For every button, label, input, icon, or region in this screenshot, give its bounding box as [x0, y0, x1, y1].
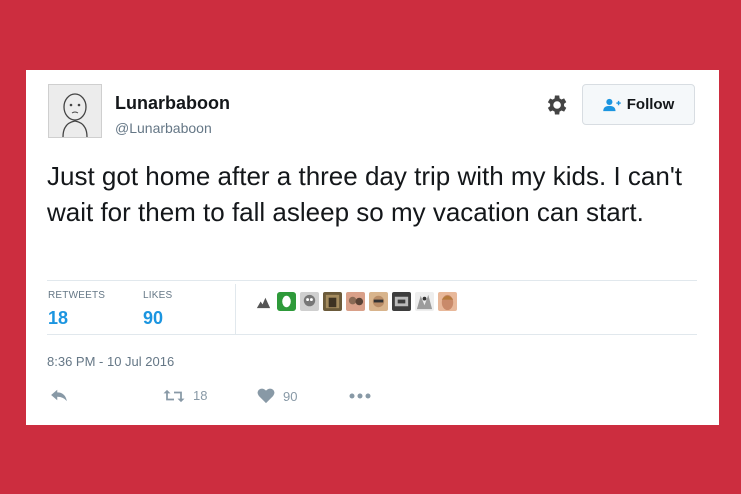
reply-button[interactable] — [50, 388, 68, 402]
divider-bottom — [47, 334, 697, 335]
gear-icon[interactable] — [543, 92, 569, 118]
follow-label: Follow — [626, 96, 675, 113]
heart-icon — [257, 388, 275, 404]
tweet-text: Just got home after a three day trip wit… — [47, 161, 683, 227]
add-user-icon — [603, 98, 621, 111]
like-action-count: 90 — [283, 388, 298, 404]
liker-avatar[interactable] — [323, 292, 342, 311]
liker-avatar[interactable] — [392, 292, 411, 311]
avatar-drawing — [49, 85, 101, 138]
retweets-label: RETWEETS — [48, 290, 106, 301]
divider-top — [47, 280, 697, 281]
liker-avatar[interactable] — [300, 292, 319, 311]
liker-avatar[interactable] — [277, 292, 296, 311]
more-dots-icon — [349, 393, 371, 399]
liker-avatar[interactable] — [346, 292, 365, 311]
retweets-count[interactable]: 18 — [48, 308, 68, 329]
retweet-action-count: 18 — [193, 388, 208, 403]
follow-button[interactable]: Follow — [582, 84, 695, 125]
retweet-icon — [163, 389, 185, 402]
more-button[interactable] — [349, 393, 371, 399]
liker-avatars — [254, 292, 457, 311]
display-name[interactable]: Lunarbaboon — [115, 93, 230, 114]
retweet-button[interactable]: 18 — [163, 388, 207, 403]
timestamp[interactable]: 8:36 PM - 10 Jul 2016 — [47, 354, 174, 369]
tweet-card: Lunarbaboon @Lunarbaboon Follow Just got… — [26, 70, 719, 425]
action-bar: 18 90 — [47, 388, 687, 412]
likes-count[interactable]: 90 — [143, 308, 163, 329]
stats-separator — [235, 284, 236, 334]
reply-icon — [51, 389, 67, 402]
likes-label: LIKES — [143, 290, 173, 301]
liker-avatar[interactable] — [438, 292, 457, 311]
liker-avatar[interactable] — [254, 292, 273, 311]
avatar[interactable] — [48, 84, 102, 138]
like-button[interactable]: 90 — [257, 388, 297, 404]
liker-avatar[interactable] — [369, 292, 388, 311]
liker-avatar[interactable] — [415, 292, 434, 311]
user-handle[interactable]: @Lunarbaboon — [115, 120, 212, 136]
